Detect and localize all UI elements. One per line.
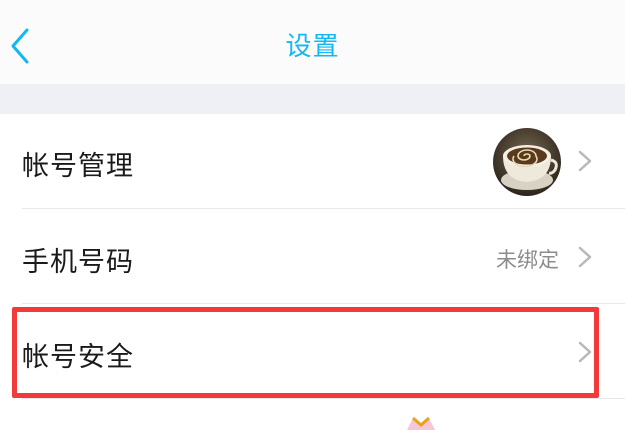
page-title: 设置: [285, 32, 340, 62]
partial-row-icon: [407, 416, 435, 430]
nav-header: 设置: [0, 0, 625, 84]
settings-item-phone-number[interactable]: 手机号码 未绑定: [0, 209, 625, 303]
divider: [22, 398, 625, 399]
coffee-cup-avatar-icon: [493, 128, 561, 196]
chevron-right-icon: [578, 150, 592, 172]
section-gap: [0, 84, 625, 114]
settings-item-label: 帐号管理: [22, 151, 134, 182]
avatar[interactable]: [493, 128, 561, 196]
phone-binding-status: 未绑定: [496, 248, 559, 272]
highlight-box: [12, 307, 599, 398]
settings-item-label: 手机号码: [22, 247, 134, 278]
chevron-right-icon: [578, 246, 592, 268]
